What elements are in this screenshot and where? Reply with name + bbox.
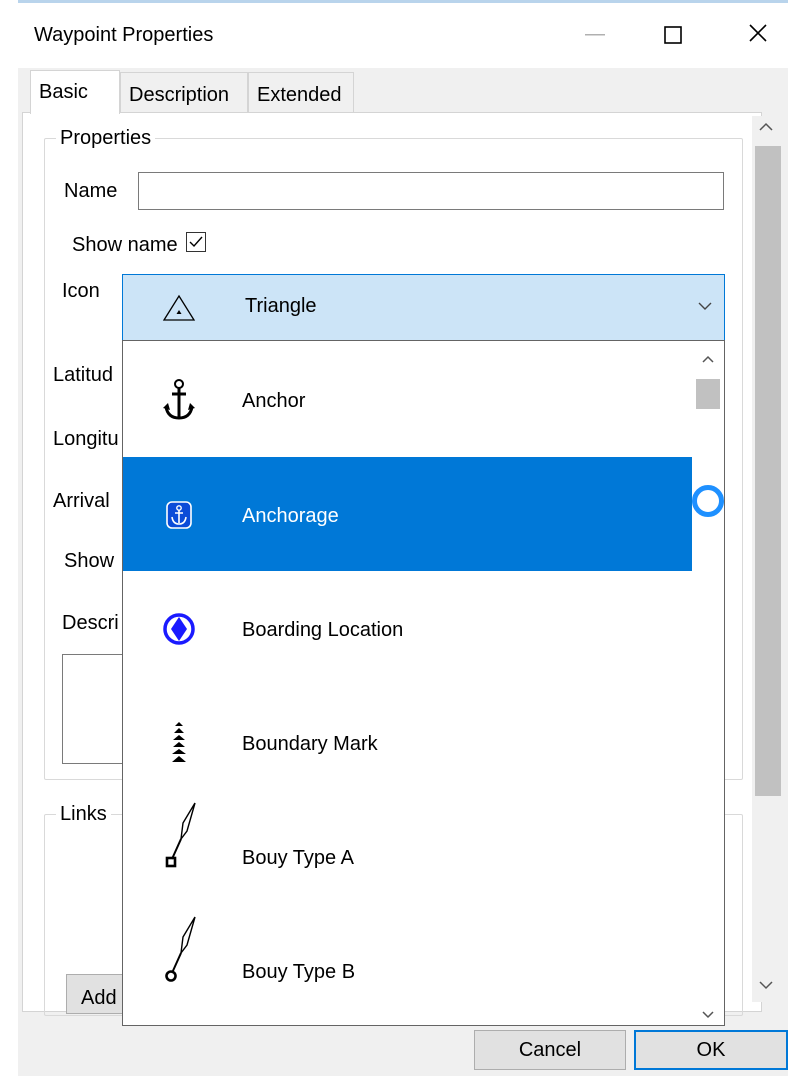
dropdown-scrollbar-thumb[interactable] [696, 379, 720, 409]
anchor-icon [157, 370, 201, 430]
list-item-label: Anchor [242, 390, 306, 412]
window-title: Waypoint Properties [34, 24, 214, 46]
list-item-anchorage[interactable]: Anchorage [123, 457, 692, 571]
list-item-label: Boundary Mark [242, 733, 378, 755]
dropdown-scrollbar[interactable] [693, 341, 724, 1025]
ok-button[interactable]: OK [634, 1030, 788, 1070]
list-item-bouy-type-b[interactable]: Bouy Type B [123, 913, 692, 1025]
checkmark-icon [189, 236, 203, 248]
arrival-label: Arrival [53, 490, 110, 512]
maximize-icon [664, 26, 682, 44]
icon-label: Icon [62, 280, 100, 302]
list-item-boundary-mark[interactable]: Boundary Mark [123, 685, 692, 799]
tab-extended[interactable]: Extended [248, 72, 354, 112]
minimize-button[interactable] [578, 18, 612, 52]
buoy-type-b-icon [157, 915, 201, 989]
maximize-button[interactable] [656, 18, 690, 52]
icon-dropdown-list[interactable]: Anchor Anchorage Boarding Location Bound… [122, 340, 725, 1026]
show-name-label: Show name [72, 234, 178, 256]
list-item-label: Bouy Type A [242, 847, 354, 869]
title-bar-accent [18, 0, 788, 3]
cancel-button[interactable]: Cancel [474, 1030, 626, 1070]
buoy-type-a-icon [157, 801, 201, 875]
longitude-label: Longitu [53, 428, 119, 450]
properties-legend: Properties [56, 127, 156, 150]
list-item-bouy-type-a[interactable]: Bouy Type A [123, 799, 692, 913]
boarding-location-icon [157, 599, 201, 659]
panel-scrollbar-thumb[interactable] [755, 146, 781, 796]
anchorage-icon [157, 485, 201, 545]
dropdown-scroll-down-icon[interactable] [701, 1006, 715, 1024]
busy-cursor-icon [692, 485, 724, 517]
triangle-icon [161, 293, 197, 328]
scroll-up-icon[interactable] [758, 120, 774, 138]
links-legend: Links [56, 803, 111, 826]
icon-combobox-value: Triangle [245, 295, 317, 317]
latitude-label: Latitud [53, 364, 114, 386]
list-item-label: Boarding Location [242, 619, 404, 641]
scroll-down-icon[interactable] [758, 978, 774, 996]
name-field[interactable] [138, 172, 724, 210]
show-label: Show [64, 550, 115, 572]
close-icon [749, 24, 767, 42]
list-item-label: Anchorage [242, 505, 339, 527]
tab-basic[interactable]: Basic [30, 70, 120, 114]
chevron-down-icon [697, 299, 713, 317]
list-item-boarding-location[interactable]: Boarding Location [123, 571, 692, 685]
icon-combobox[interactable]: Triangle [122, 274, 725, 341]
dropdown-scroll-up-icon[interactable] [701, 351, 715, 369]
description-label: Descri [62, 612, 119, 634]
list-item-label: Bouy Type B [242, 961, 356, 983]
boundary-mark-icon [157, 713, 201, 773]
name-label: Name [64, 180, 118, 202]
show-name-checkbox[interactable] [186, 232, 206, 252]
tab-description[interactable]: Description [120, 72, 248, 112]
list-item-anchor[interactable]: Anchor [123, 342, 692, 456]
close-button[interactable] [741, 16, 775, 50]
minimize-icon [585, 34, 605, 36]
